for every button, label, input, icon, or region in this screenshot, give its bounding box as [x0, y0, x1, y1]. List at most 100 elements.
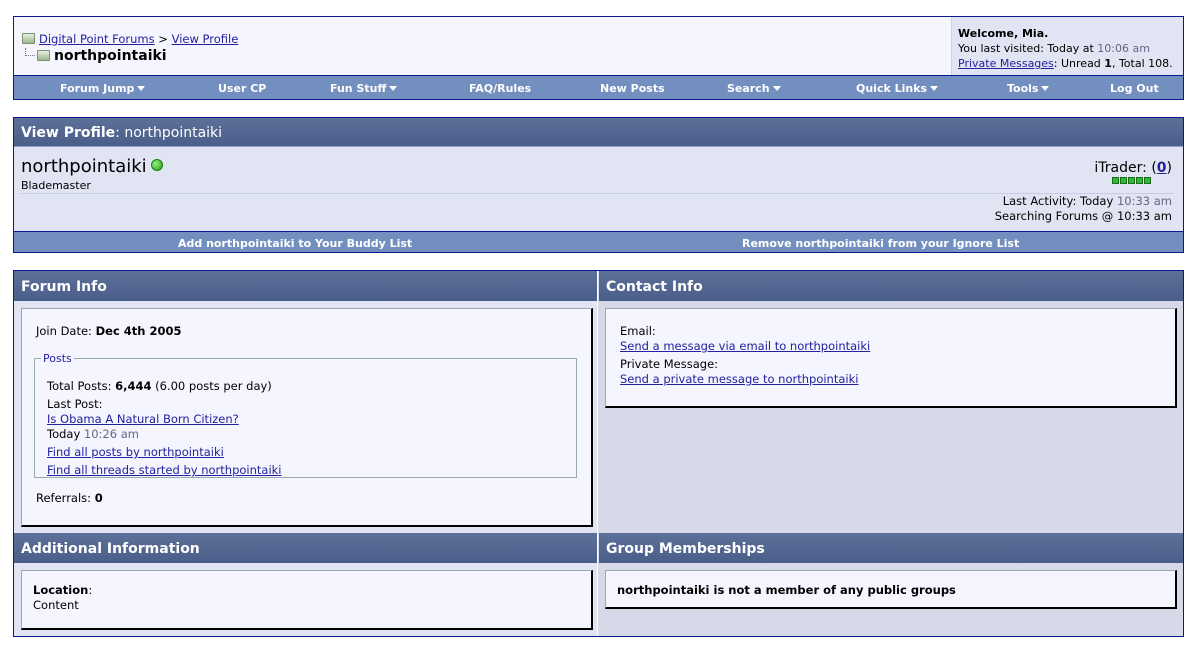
location-label: Location	[33, 583, 89, 597]
last-visited-label: You last visited: Today at	[958, 42, 1094, 55]
total-posts: Total Posts: 6,444 (6.00 posts per day)	[47, 379, 272, 393]
location-value: Content	[33, 598, 79, 612]
last-activity-label: Last Activity: Today	[1002, 194, 1114, 208]
pm-unread-count: 1	[1104, 57, 1112, 70]
private-messages-link[interactable]: Private Messages	[958, 57, 1054, 70]
groups-cell: Group Memberships northpointaiki is not …	[599, 533, 1183, 636]
current-location: Searching Forums @ 10:33 am	[994, 209, 1172, 223]
page-title: northpointaiki	[22, 48, 167, 64]
send-email-link[interactable]: Send a message via email to northpointai…	[620, 339, 870, 353]
breadcrumb-line: Digital Point Forums > View Profile	[22, 32, 238, 46]
dropdown-caret-icon	[1041, 86, 1050, 91]
profile-username: northpointaiki	[21, 156, 163, 177]
info-grid: Forum Info Join Date: Dec 4th 2005 Posts…	[13, 270, 1184, 637]
posts-fieldset: Posts Total Posts: 6,444 (6.00 posts per…	[34, 352, 577, 478]
tree-line-icon	[25, 48, 35, 56]
private-message-label: Private Message:	[620, 357, 719, 371]
page-title-text: northpointaiki	[54, 48, 167, 64]
folder-icon	[37, 50, 50, 61]
last-activity: Last Activity: Today 10:33 am Searching …	[995, 194, 1172, 224]
posts-legend: Posts	[43, 352, 72, 365]
groups-panel: northpointaiki is not a member of any pu…	[605, 570, 1177, 609]
breadcrumb: Digital Point Forums > View Profile nort…	[14, 17, 952, 75]
online-status-icon	[150, 159, 163, 171]
navbar: Forum Jump User CP Fun Stuff FAQ/Rules N…	[14, 75, 1183, 99]
itrader-label: iTrader: (	[1094, 160, 1157, 176]
send-pm-link[interactable]: Send a private message to northpointaiki	[620, 372, 858, 386]
header-table: Digital Point Forums > View Profile nort…	[13, 16, 1184, 100]
nav-fun-stuff[interactable]: Fun Stuff	[330, 82, 398, 95]
folder-icon	[22, 33, 35, 44]
pm-unread-label: : Unread	[1053, 57, 1105, 70]
last-post-link[interactable]: Is Obama A Natural Born Citizen?	[47, 412, 239, 426]
dropdown-caret-icon	[772, 86, 781, 91]
breadcrumb-separator: >	[158, 32, 168, 46]
dropdown-caret-icon	[389, 86, 398, 91]
welcome-panel: Welcome, Mia. You last visited: Today at…	[952, 17, 1183, 75]
find-all-posts-link[interactable]: Find all posts by northpointaiki	[47, 445, 224, 459]
last-visited-time: 10:06 am	[1097, 42, 1150, 55]
additional-info-title: Additional Information	[14, 533, 597, 563]
last-post-time: 10:26 am	[83, 427, 139, 441]
find-all-threads-link[interactable]: Find all threads started by northpointai…	[47, 463, 282, 477]
welcome-greeting: Welcome, Mia.	[958, 27, 1049, 40]
itrader-rating: iTrader: (0)	[1094, 160, 1172, 176]
total-posts-value: 6,444	[115, 379, 152, 393]
join-date-value: Dec 4th 2005	[95, 324, 182, 338]
profile-header: View Profile: northpointaiki	[14, 118, 1183, 147]
nav-forum-jump[interactable]: Forum Jump	[60, 82, 146, 95]
posts-per-day: (6.00 posts per day)	[151, 379, 272, 393]
nav-log-out[interactable]: Log Out	[1110, 82, 1159, 95]
user-title: Blademaster	[21, 179, 91, 192]
join-date: Join Date: Dec 4th 2005	[36, 324, 181, 338]
nav-tools-label: Tools	[1007, 82, 1039, 95]
last-post-day: Today	[47, 427, 84, 441]
add-buddy-link[interactable]: Add northpointaiki to Your Buddy List	[178, 237, 412, 250]
join-date-label: Join Date:	[36, 324, 96, 338]
breadcrumb-forum-link[interactable]: Digital Point Forums	[39, 32, 155, 46]
profile-header-user: : northpointaiki	[115, 125, 223, 141]
profile-header-label: View Profile	[21, 125, 116, 141]
itrader-close: )	[1166, 160, 1172, 176]
profile-box: View Profile: northpointaiki northpointa…	[13, 117, 1184, 253]
location-field: Location:	[33, 583, 92, 597]
forum-info-cell: Forum Info Join Date: Dec 4th 2005 Posts…	[14, 271, 598, 533]
buddy-bar: Add northpointaiki to Your Buddy List Re…	[14, 231, 1183, 252]
contact-info-panel: Email: Send a message via email to north…	[605, 308, 1177, 408]
breadcrumb-view-profile-link[interactable]: View Profile	[172, 32, 239, 46]
itrader-count-link[interactable]: 0	[1157, 160, 1167, 176]
total-posts-label: Total Posts:	[47, 379, 116, 393]
nav-fun-stuff-label: Fun Stuff	[330, 82, 387, 95]
nav-forum-jump-label: Forum Jump	[60, 82, 135, 95]
nav-new-posts[interactable]: New Posts	[600, 82, 665, 95]
profile-username-text: northpointaiki	[21, 156, 147, 177]
referrals: Referrals: 0	[36, 491, 103, 505]
last-post-label: Last Post:	[47, 397, 103, 411]
forum-info-title: Forum Info	[14, 271, 597, 301]
contact-info-title: Contact Info	[599, 271, 1183, 301]
location-colon: :	[88, 583, 93, 597]
contact-info-cell: Contact Info Email: Send a message via e…	[599, 271, 1183, 533]
additional-info-panel: Location: Content	[21, 570, 593, 630]
groups-message: northpointaiki is not a member of any pu…	[617, 583, 956, 597]
referrals-label: Referrals:	[36, 491, 95, 505]
nav-search[interactable]: Search	[727, 82, 781, 95]
remove-ignore-link[interactable]: Remove northpointaiki from your Ignore L…	[742, 237, 1019, 250]
email-label: Email:	[620, 324, 656, 338]
last-post-date: Today 10:26 am	[47, 427, 139, 441]
referrals-value: 0	[94, 491, 103, 505]
forum-info-panel: Join Date: Dec 4th 2005 Posts Total Post…	[21, 308, 593, 527]
nav-quick-links[interactable]: Quick Links	[856, 82, 939, 95]
pm-total-label: , Total 108.	[1111, 57, 1173, 70]
groups-title: Group Memberships	[599, 533, 1183, 563]
dropdown-caret-icon	[930, 86, 939, 91]
nav-quick-links-label: Quick Links	[856, 82, 928, 95]
nav-faq-rules[interactable]: FAQ/Rules	[469, 82, 531, 95]
dropdown-caret-icon	[137, 86, 146, 91]
itrader-bar-icon	[1112, 177, 1151, 184]
nav-search-label: Search	[727, 82, 770, 95]
additional-info-cell: Additional Information Location: Content	[14, 533, 598, 636]
last-activity-time: 10:33 am	[1116, 194, 1172, 208]
nav-user-cp[interactable]: User CP	[218, 82, 266, 95]
nav-tools[interactable]: Tools	[1007, 82, 1050, 95]
